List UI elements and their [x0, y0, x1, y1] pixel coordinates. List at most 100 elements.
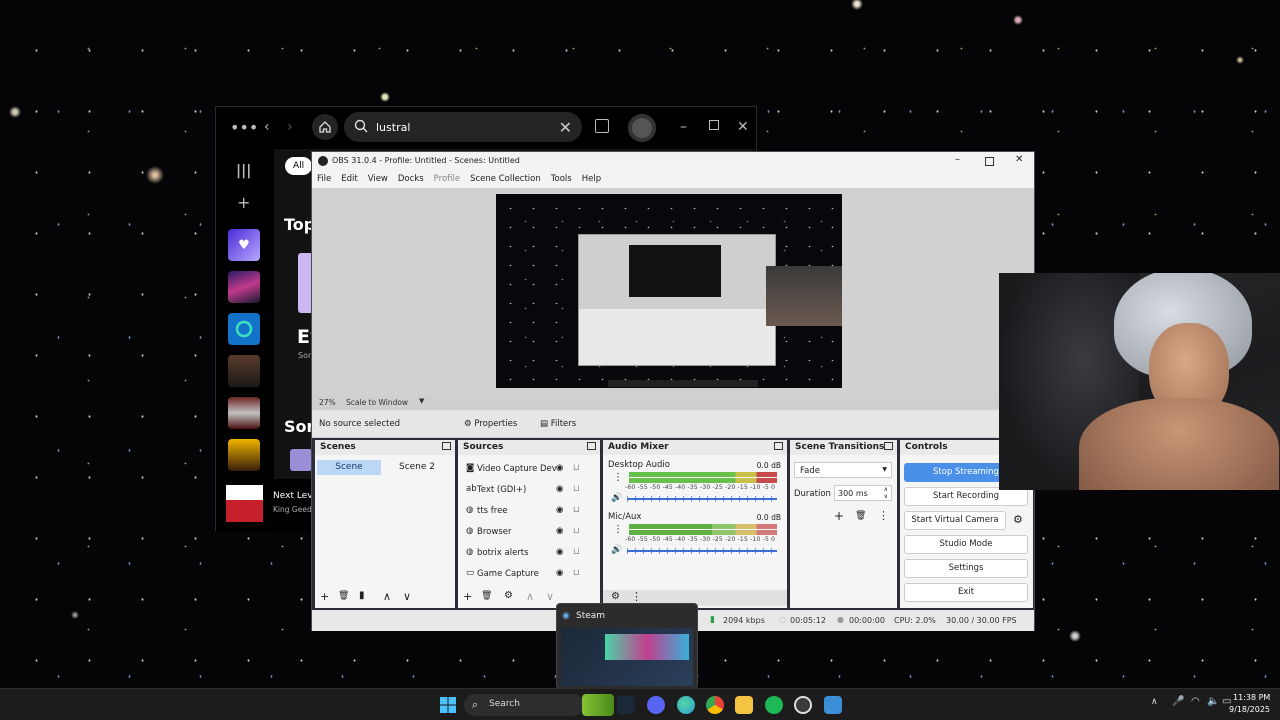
spotify-search-field[interactable]: lustral ✕ — [344, 112, 582, 142]
eye-icon[interactable]: ◉ — [556, 526, 563, 536]
gear-icon[interactable]: ⚙ — [504, 590, 513, 601]
filter-all-chip[interactable]: All — [285, 157, 313, 175]
close-icon[interactable]: ✕ — [737, 119, 749, 135]
arrow-down-icon[interactable]: ∨ — [403, 590, 411, 603]
add-icon[interactable]: + — [834, 509, 844, 523]
filters-button[interactable]: ▤ Filters — [540, 419, 576, 429]
speaker-icon[interactable]: 🔊 — [611, 493, 622, 503]
source-row[interactable]: ◍ botrix alerts ◉ ⊔ — [462, 545, 596, 565]
add-icon[interactable]: + — [237, 193, 250, 212]
source-row[interactable]: ◍ tts free ◉ ⊔ — [462, 503, 596, 523]
menu-help[interactable]: Help — [577, 170, 606, 184]
arrow-up-icon[interactable]: ∧ — [526, 590, 534, 603]
start-button[interactable] — [439, 696, 457, 714]
settings-button[interactable]: Settings — [904, 559, 1028, 578]
maximize-icon[interactable] — [709, 120, 719, 130]
scene-item[interactable]: Scene — [317, 460, 381, 475]
playlist-tile[interactable] — [228, 439, 260, 471]
close-icon[interactable]: ✕ — [1015, 154, 1023, 165]
song-thumb[interactable] — [290, 449, 312, 471]
properties-button[interactable]: ⚙ Properties — [464, 419, 517, 429]
scale-mode-select[interactable]: Scale to Window — [346, 398, 408, 407]
playlist-tile[interactable] — [228, 313, 260, 345]
now-playing-artist[interactable]: King Geed — [273, 505, 312, 514]
playlist-tile[interactable] — [228, 397, 260, 429]
kebab-menu-icon[interactable]: ⋮ — [878, 509, 889, 522]
lock-icon[interactable]: ⊔ — [573, 568, 580, 578]
steam-taskbar-preview[interactable]: ◉ Steam — [556, 603, 698, 689]
forward-arrow-icon[interactable]: › — [287, 119, 293, 135]
edge-icon[interactable] — [677, 696, 695, 714]
chrome-icon[interactable] — [706, 696, 724, 714]
volume-fader[interactable] — [627, 548, 777, 554]
dock-undock-icon[interactable] — [442, 442, 451, 450]
browse-icon[interactable] — [595, 119, 609, 133]
dock-undock-icon[interactable] — [884, 442, 893, 450]
playlist-tile[interactable] — [228, 355, 260, 387]
add-icon[interactable]: + — [463, 590, 472, 603]
lock-icon[interactable]: ⊔ — [573, 484, 580, 494]
dock-undock-icon[interactable] — [587, 442, 596, 450]
clock-date[interactable]: 9/18/2025 — [1229, 705, 1270, 714]
minimize-icon[interactable]: – — [680, 119, 687, 135]
taskbar-search[interactable]: ⌕ Search — [464, 694, 614, 716]
now-playing-cover[interactable] — [226, 485, 263, 522]
kebab-menu-icon[interactable]: ⋮ — [613, 472, 623, 483]
file-explorer-icon[interactable] — [735, 696, 753, 714]
profile-avatar[interactable] — [628, 114, 656, 142]
trash-icon[interactable]: 🗑 — [338, 591, 349, 601]
kebab-menu-icon[interactable]: ⋮ — [631, 590, 642, 603]
lock-icon[interactable]: ⊔ — [573, 505, 580, 515]
gear-icon[interactable]: ⚙ — [611, 591, 620, 602]
clock-time[interactable]: 11:38 PM — [1233, 693, 1270, 702]
menu-view[interactable]: View — [363, 170, 393, 184]
volume-icon[interactable]: 🔈 — [1207, 696, 1219, 707]
discord-icon[interactable] — [647, 696, 665, 714]
playlist-tile[interactable] — [228, 271, 260, 303]
menu-profile[interactable]: Profile — [429, 170, 465, 184]
wifi-icon[interactable]: ◠ — [1191, 696, 1200, 707]
maximize-icon[interactable] — [985, 157, 994, 166]
scene-item[interactable]: Scene 2 — [385, 460, 449, 475]
volume-fader[interactable] — [627, 496, 777, 502]
exit-button[interactable]: Exit — [904, 583, 1028, 602]
now-playing-title[interactable]: Next Lev — [273, 491, 313, 501]
kebab-menu-icon[interactable]: ⋮ — [613, 524, 623, 535]
arrow-down-icon[interactable]: ∨ — [546, 590, 554, 603]
clear-search-icon[interactable]: ✕ — [559, 118, 572, 137]
gear-icon[interactable]: ⚙ — [1013, 513, 1023, 526]
more-options-icon[interactable]: ••• — [230, 118, 258, 137]
arrow-up-icon[interactable]: ∧ — [383, 590, 391, 603]
library-icon[interactable]: ||| — [236, 163, 251, 179]
transition-select[interactable]: Fade ▼ — [794, 462, 892, 478]
eye-icon[interactable]: ◉ — [556, 484, 563, 494]
trash-icon[interactable]: 🗑 — [855, 511, 866, 521]
source-row[interactable]: ◍ Browser ◉ ⊔ — [462, 524, 596, 544]
obs-preview-canvas[interactable] — [496, 194, 842, 388]
menu-edit[interactable]: Edit — [336, 170, 362, 184]
trash-icon[interactable]: 🗑 — [481, 591, 492, 601]
start-virtual-camera-button[interactable]: Start Virtual Camera — [904, 511, 1006, 530]
speaker-icon[interactable]: 🔊 — [611, 545, 622, 555]
back-arrow-icon[interactable]: ‹ — [264, 119, 270, 135]
source-row[interactable]: ▭ Game Capture ◉ ⊔ — [462, 566, 596, 586]
eye-icon[interactable]: ◉ — [556, 505, 563, 515]
dock-undock-icon[interactable] — [774, 442, 783, 450]
menu-docks[interactable]: Docks — [393, 170, 429, 184]
steam-taskbar-icon[interactable] — [617, 696, 635, 714]
menu-scene-collection[interactable]: Scene Collection — [465, 170, 546, 184]
add-icon[interactable]: + — [320, 590, 329, 603]
menu-file[interactable]: File — [312, 170, 336, 184]
microphone-icon[interactable]: 🎤 — [1172, 696, 1184, 707]
lock-icon[interactable]: ⊔ — [573, 463, 580, 473]
scene-filter-icon[interactable]: ▮ — [359, 590, 365, 601]
eye-icon[interactable]: ◉ — [556, 568, 563, 578]
spotify-search-input[interactable]: lustral — [376, 121, 410, 134]
chevron-up-icon[interactable]: ∧ — [1151, 697, 1158, 707]
studio-mode-button[interactable]: Studio Mode — [904, 535, 1028, 554]
lock-icon[interactable]: ⊔ — [573, 547, 580, 557]
menu-tools[interactable]: Tools — [546, 170, 577, 184]
liked-songs-tile[interactable]: ♥ — [228, 229, 260, 261]
chevron-down-icon[interactable]: ▼ — [419, 397, 424, 405]
lock-icon[interactable]: ⊔ — [573, 526, 580, 536]
